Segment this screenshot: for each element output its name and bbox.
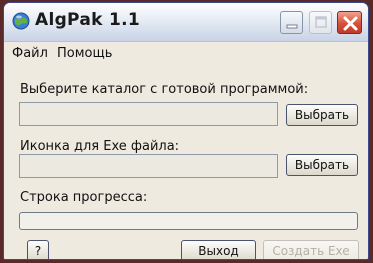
close-icon	[343, 16, 358, 31]
minimize-button[interactable]	[280, 11, 303, 34]
exe-icon-browse-button[interactable]: Выбрать	[286, 154, 358, 176]
help-button[interactable]: ?	[27, 240, 49, 259]
close-button[interactable]	[337, 11, 362, 34]
maximize-button[interactable]	[309, 11, 332, 34]
globe-icon	[12, 12, 30, 30]
exe-icon-label: Иконка для Exe файла:	[20, 139, 180, 154]
exit-button[interactable]: Выход	[181, 240, 256, 259]
program-dir-field[interactable]	[19, 102, 278, 126]
menu-bar: Файл Помощь	[4, 42, 368, 64]
title-bar[interactable]: AlgPak 1.1	[4, 3, 368, 42]
app-window: AlgPak 1.1 Файл Помощь Выберите каталог …	[3, 2, 369, 260]
window-title: AlgPak 1.1	[35, 10, 140, 30]
program-dir-browse-button[interactable]: Выбрать	[286, 104, 358, 126]
progress-label: Строка прогресса:	[20, 190, 148, 205]
progress-bar	[19, 212, 358, 230]
exe-icon-field[interactable]	[19, 154, 278, 178]
menu-help[interactable]: Помощь	[57, 46, 112, 61]
menu-file[interactable]: Файл	[12, 46, 48, 61]
maximize-icon	[315, 16, 327, 28]
create-exe-button[interactable]: Создать Exe	[263, 240, 359, 259]
program-dir-label: Выберите каталог с готовой программой:	[20, 82, 309, 97]
minimize-icon	[286, 24, 298, 29]
